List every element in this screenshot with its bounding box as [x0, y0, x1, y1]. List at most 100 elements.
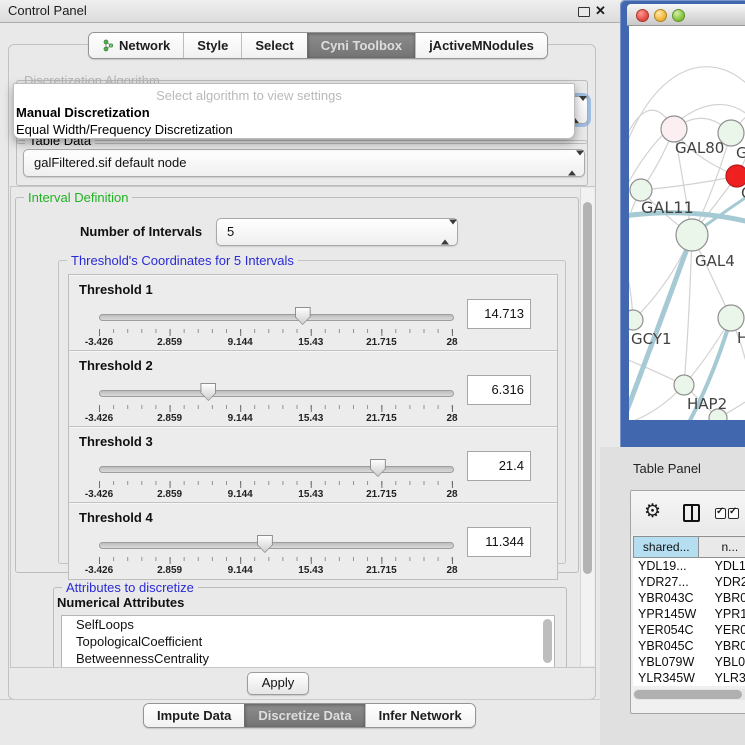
table-data-combobox[interactable]: galFiltered.sif default node	[23, 149, 585, 177]
node-label-gal11: GAL11	[641, 198, 694, 217]
split-columns-icon[interactable]	[683, 504, 700, 522]
zoom-traffic-light-icon[interactable]	[672, 9, 685, 22]
panel-title: Control Panel	[8, 0, 87, 22]
app-root: Control Panel ✕ Network Style Select Cyn…	[0, 0, 745, 745]
float-window-icon[interactable]	[578, 7, 590, 17]
threshold-4-label: Threshold 4	[79, 510, 153, 525]
node-hap2[interactable]	[674, 375, 694, 395]
network-window-titlebar[interactable]	[627, 4, 745, 26]
list-item[interactable]: SelfLoops	[62, 616, 554, 633]
tick-label: 21.715	[366, 413, 397, 424]
node-label-hap2: HAP2	[687, 395, 727, 413]
checkbox-checked-icon[interactable]	[715, 508, 726, 519]
checkbox-checked-icon[interactable]	[728, 508, 739, 519]
threshold-2-value-field[interactable]: 6.316	[467, 375, 531, 405]
number-of-intervals-combobox[interactable]: 5	[216, 218, 458, 246]
attributes-group-title: Attributes to discretize	[62, 580, 198, 595]
threshold-1-label: Threshold 1	[79, 282, 153, 297]
tick-label: 21.715	[366, 337, 397, 348]
threshold-3-value-field[interactable]: 21.4	[467, 451, 531, 481]
tab-network[interactable]: Network	[89, 33, 183, 58]
thresholds-group-title: Threshold's Coordinates for 5 Intervals	[67, 253, 298, 268]
cell-shared-name: YDR27...	[633, 574, 713, 590]
minimize-traffic-light-icon[interactable]	[654, 9, 667, 22]
table-header-row: shared... n...	[633, 536, 745, 558]
node-gcy1[interactable]	[629, 310, 643, 330]
tick-label: 28	[446, 413, 457, 424]
threshold-rows-container: Threshold 1 -3.426 2.859 9.144 15.43 21.…	[68, 274, 558, 580]
tab-discretize-data[interactable]: Discretize Data	[244, 704, 364, 727]
threshold-2-slider[interactable]	[99, 381, 452, 403]
table-row[interactable]: YDR27...YDR2	[633, 574, 745, 590]
tab-impute-data[interactable]: Impute Data	[144, 704, 244, 727]
settings-scroll-pane: Interval Definition Number of Intervals …	[10, 186, 596, 668]
algorithm-prompt: Select algorithm to view settings	[14, 84, 574, 104]
tab-cyni-toolbox-label: Cyni Toolbox	[321, 38, 402, 53]
option-equal-width-frequency[interactable]: Equal Width/Frequency Discretization	[14, 121, 574, 138]
scrollbar-thumb[interactable]	[583, 202, 592, 574]
close-icon[interactable]: ✕	[595, 0, 606, 22]
number-of-intervals-label: Number of Intervals	[80, 224, 202, 239]
table-row[interactable]: YBR045CYBR0	[633, 638, 745, 654]
threshold-2-label: Threshold 2	[79, 358, 153, 373]
column-header-shared-name[interactable]: shared...	[633, 536, 699, 558]
tick-label: 21.715	[366, 489, 397, 500]
tick-label: 2.859	[157, 489, 182, 500]
tick-label: 2.859	[157, 337, 182, 348]
settings-vertical-scrollbar[interactable]	[580, 188, 594, 666]
threshold-3-label: Threshold 3	[79, 434, 153, 449]
column-header-name[interactable]: n...	[699, 536, 745, 558]
apply-button[interactable]: Apply	[247, 672, 309, 695]
tick-label: -3.426	[85, 565, 113, 576]
numerical-attributes-list[interactable]: SelfLoops TopologicalCoefficient Between…	[61, 615, 555, 668]
node-label-gcy1: GCY1	[631, 330, 672, 348]
threshold-4-slider[interactable]	[99, 533, 452, 555]
tab-network-label: Network	[119, 38, 170, 53]
list-scrollbar-thumb[interactable]	[543, 619, 552, 663]
table-data-combobox-value: galFiltered.sif default node	[24, 150, 584, 176]
cell-name: YER0	[713, 622, 745, 638]
tick-label: 15.43	[298, 565, 323, 576]
threshold-1-value-field[interactable]: 14.713	[467, 299, 531, 329]
network-canvas[interactable]: GAL80 G C GAL11 GAL4 GCY1 H HAP2	[629, 26, 745, 420]
slider-major-ticks	[99, 481, 453, 488]
node-label-partial-right: H	[737, 329, 745, 347]
threshold-row: Threshold 2 -3.426 2.859 9.144 15.43 21.…	[69, 351, 557, 427]
tab-style[interactable]: Style	[183, 33, 241, 58]
list-item[interactable]: BetweennessCentrality	[62, 650, 554, 667]
table-toolbar: ⚙	[631, 491, 745, 535]
threshold-1-slider[interactable]	[99, 305, 452, 327]
slider-tick-labels: -3.426 2.859 9.144 15.43 21.715 28	[99, 489, 452, 500]
node-partial-right[interactable]	[718, 305, 744, 331]
table-row[interactable]: YER054CYER0	[633, 622, 745, 638]
table-row[interactable]: YBR043CYBR0	[633, 590, 745, 606]
table-panel: ⚙ shared... n... YDL19...YDL1 YDR27...YD…	[630, 490, 745, 714]
tab-jactivemnodules[interactable]: jActiveMNodules	[415, 33, 547, 58]
threshold-4-value-field[interactable]: 11.344	[467, 527, 531, 557]
network-graph: GAL80 G C GAL11 GAL4 GCY1 H HAP2	[629, 26, 745, 420]
slider-thumb[interactable]	[370, 459, 386, 477]
table-horizontal-scrollbar[interactable]	[633, 689, 745, 700]
threshold-row: Threshold 1 -3.426 2.859 9.144 15.43 21.…	[69, 275, 557, 351]
slider-thumb[interactable]	[295, 307, 311, 325]
table-row[interactable]: YLR345WYLR3	[633, 670, 745, 686]
table-row[interactable]: YPR145WYPR1	[633, 606, 745, 622]
tab-cyni-toolbox[interactable]: Cyni Toolbox	[307, 33, 415, 58]
scrollbar-thumb[interactable]	[634, 690, 742, 699]
table-row[interactable]: YBL079WYBL0	[633, 654, 745, 670]
cell-shared-name: YDL19...	[633, 558, 713, 574]
node-gal4[interactable]	[676, 219, 708, 251]
tab-infer-network[interactable]: Infer Network	[365, 704, 475, 727]
threshold-3-slider[interactable]	[99, 457, 452, 479]
option-manual-discretization[interactable]: Manual Discretization	[14, 104, 574, 121]
tick-label: 9.144	[228, 413, 253, 424]
slider-thumb[interactable]	[257, 535, 273, 553]
list-item[interactable]: TopologicalCoefficient	[62, 633, 554, 650]
gear-icon[interactable]: ⚙	[644, 499, 661, 525]
tab-select-label: Select	[255, 38, 293, 53]
tab-select[interactable]: Select	[241, 33, 306, 58]
slider-thumb[interactable]	[200, 383, 216, 401]
close-traffic-light-icon[interactable]	[636, 9, 649, 22]
table-row[interactable]: YDL19...YDL1	[633, 558, 745, 574]
tick-label: 15.43	[298, 489, 323, 500]
